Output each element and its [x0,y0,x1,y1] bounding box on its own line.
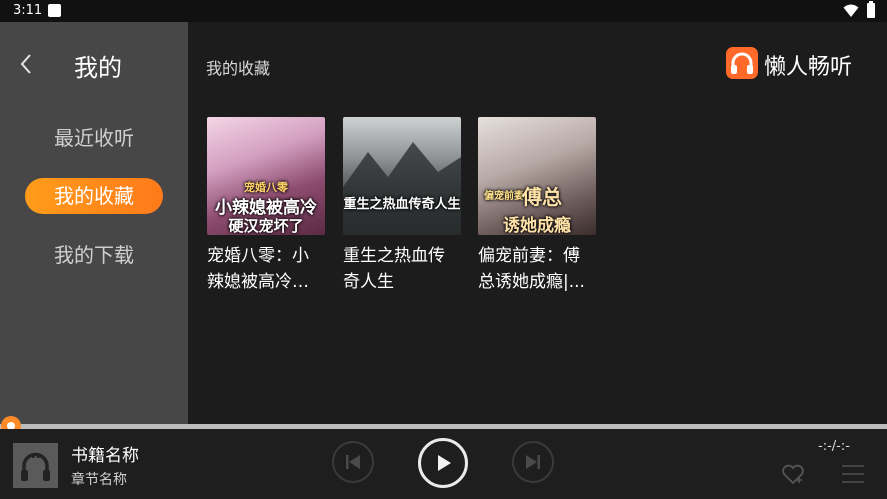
book-title[interactable]: 重生之热血传奇人生 [343,243,461,295]
wifi-icon [843,4,859,17]
book-cover[interactable]: 偏宠前妻 傅总 诱她成瘾 [478,117,596,235]
status-time: 3:11 [13,3,43,18]
time-display: -:-/-:- [818,439,850,454]
book-title[interactable]: 宠婚八零：小辣媳被高冷硬汉宠坏了 [207,243,325,295]
playlist-menu-icon[interactable] [841,463,865,485]
brand: 懒人畅听 [726,47,858,81]
book-card[interactable]: 重生之热血传奇人生 重生之热血传奇人生 [343,117,461,295]
cover-mountains [343,142,461,235]
book-cover[interactable]: 重生之热血传奇人生 [343,117,461,235]
headphones-icon [21,452,50,481]
battery-icon [867,1,875,18]
skip-next-icon [526,455,540,469]
brand-name: 懒人畅听 [764,55,853,80]
skip-previous-icon [346,455,360,469]
section-title: 我的收藏 [206,59,271,78]
album-art[interactable] [13,443,58,488]
cover-text: 傅总 [522,185,562,209]
book-title[interactable]: 偏宠前妻：傅总诱她成瘾|... [478,243,596,295]
cover-text: 诱她成瘾 [503,216,571,235]
play-button[interactable] [418,438,468,488]
headphones-logo-icon [726,47,758,79]
nav-item-recent[interactable]: 最近收听 [25,120,163,156]
notification-icon [48,4,61,17]
book-card[interactable]: 偏宠前妻 傅总 诱她成瘾 偏宠前妻：傅总诱她成瘾|... [478,117,596,295]
book-card[interactable]: 宠婚八零 小辣媳被高冷 硬汉宠坏了 宠婚八零：小辣媳被高冷硬汉宠坏了 [207,117,325,295]
cover-text: 硬汉宠坏了 [228,217,304,235]
player-bar: 书籍名称 章节名称 -:-/-:- [0,429,887,499]
nav-item-downloads[interactable]: 我的下载 [25,237,163,273]
book-cover[interactable]: 宠婚八零 小辣媳被高冷 硬汉宠坏了 [207,117,325,235]
cover-text: 偏宠前妻 [484,191,524,202]
status-bar: 3:11 [0,0,887,22]
now-playing-book: 书籍名称 [71,446,139,466]
back-icon[interactable] [16,52,38,76]
now-playing-chapter: 章节名称 [71,472,127,488]
add-favorite-icon[interactable] [781,463,805,485]
nav-item-favorites[interactable]: 我的收藏 [25,178,163,214]
sidebar: 我的 最近收听 我的收藏 我的下载 [0,22,188,424]
page-title: 我的 [74,54,122,82]
next-button[interactable] [512,441,554,483]
play-icon [438,455,451,471]
cover-text: 重生之热血传奇人生 [343,197,461,212]
previous-button[interactable] [332,441,374,483]
